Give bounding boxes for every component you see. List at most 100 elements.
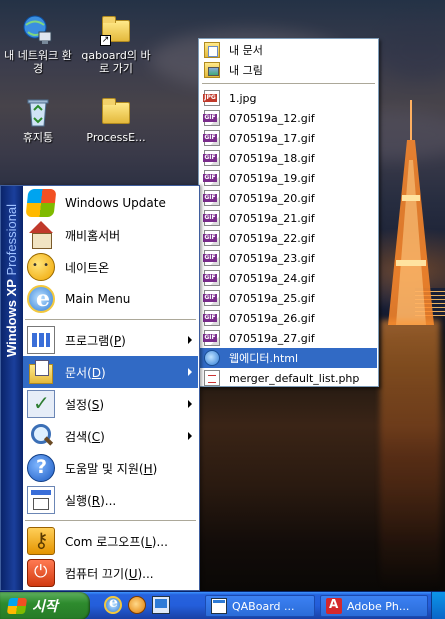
start-item-label: 검색( — [65, 429, 92, 444]
quicklaunch-media-player-icon[interactable] — [128, 596, 146, 614]
documents-submenu: 내 문서 내 그림 1.jpg 070519a_12.gif 070519a_1… — [198, 38, 379, 387]
submenu-file-label: 070519a_20.gif — [229, 191, 315, 205]
submenu-file-item[interactable]: 070519a_24.gif — [200, 268, 377, 288]
qaboard-window-icon — [211, 598, 227, 614]
banner-windows-xp: Windows XP — [4, 279, 19, 358]
submenu-file-item[interactable]: 1.jpg — [200, 88, 377, 108]
submenu-item-my-pictures[interactable]: 내 그림 — [200, 60, 377, 80]
power-icon — [27, 559, 55, 587]
start-item-search[interactable]: 검색(C) — [23, 420, 198, 452]
jpg-file-icon — [203, 90, 220, 106]
submenu-file-label: 웹에디터.html — [229, 352, 299, 365]
documents-icon — [27, 358, 55, 386]
submenu-file-item[interactable]: 070519a_25.gif — [200, 288, 377, 308]
start-item-run[interactable]: 실행(R)... — [23, 484, 198, 516]
submenu-file-label: 1.jpg — [229, 91, 257, 105]
submenu-item-my-documents[interactable]: 내 문서 — [200, 40, 377, 60]
home-server-icon — [27, 221, 55, 249]
run-icon — [27, 486, 55, 514]
start-item-label: 깨비홈서버 — [65, 228, 121, 243]
submenu-file-item[interactable]: merger_default_list.php — [200, 368, 377, 388]
gif-file-icon — [203, 110, 220, 126]
search-icon — [27, 422, 55, 450]
taskbar-button-label: Adobe Ph... — [347, 599, 410, 613]
submenu-arrow-icon — [188, 400, 192, 408]
folder-shortcut-icon: ↗ — [100, 14, 132, 46]
network-places-icon — [22, 14, 54, 46]
gif-file-icon — [203, 310, 220, 326]
start-button[interactable]: 시작 — [0, 592, 90, 619]
gif-file-icon — [203, 210, 220, 226]
submenu-file-item[interactable]: 070519a_27.gif — [200, 328, 377, 348]
php-file-icon — [204, 370, 220, 386]
start-menu: Windows XP Professional Windows Update 깨… — [0, 185, 200, 591]
submenu-file-label: 070519a_24.gif — [229, 271, 315, 285]
desktop-icon-label: ProcessE... — [86, 131, 146, 144]
start-item-logoff[interactable]: Com 로그오프(L)... — [23, 525, 198, 557]
start-item-nateon[interactable]: 네이트온 — [23, 251, 198, 283]
start-item-shutdown[interactable]: 컴퓨터 끄기(U)... — [23, 557, 198, 589]
access-key: C — [91, 429, 101, 444]
start-item-label: 컴퓨터 끄기( — [65, 566, 129, 581]
start-item-label: Main Menu — [65, 292, 131, 306]
desktop-icon-recycle-bin[interactable]: 휴지통 — [0, 96, 76, 144]
submenu-arrow-icon — [188, 368, 192, 376]
nateon-icon — [27, 253, 55, 281]
start-menu-separator — [25, 319, 196, 320]
start-item-suffix: ) — [152, 461, 158, 476]
recycle-bin-icon — [22, 96, 54, 128]
submenu-file-item[interactable]: 070519a_21.gif — [200, 208, 377, 228]
wallpaper-reflection — [380, 320, 440, 590]
submenu-file-label: 070519a_19.gif — [229, 171, 315, 185]
taskbar: 시작 QABoard ... Adobe Ph... — [0, 591, 445, 619]
start-item-programs[interactable]: 프로그램(P) — [23, 324, 198, 356]
start-item-help[interactable]: 도움말 및 지원(H) — [23, 452, 198, 484]
start-item-settings[interactable]: 설정(S) — [23, 388, 198, 420]
taskbar-button-qaboard[interactable]: QABoard ... — [205, 595, 315, 617]
folder-icon — [100, 96, 132, 128]
submenu-file-item[interactable]: 070519a_18.gif — [200, 148, 377, 168]
quicklaunch-internet-explorer-icon[interactable] — [104, 595, 122, 614]
programs-icon — [27, 326, 55, 354]
start-item-label: Windows Update — [65, 196, 166, 210]
taskbar-button-adobe-photoshop[interactable]: Adobe Ph... — [320, 595, 428, 617]
gif-file-icon — [203, 290, 220, 306]
submenu-file-item[interactable]: 070519a_22.gif — [200, 228, 377, 248]
desktop-icon-network[interactable]: 내 네트워크 환경 — [0, 14, 76, 75]
submenu-item-label: 내 문서 — [229, 44, 263, 57]
access-key: L — [145, 534, 152, 549]
submenu-file-label: 070519a_26.gif — [229, 311, 315, 325]
start-item-label: 문서( — [65, 365, 92, 380]
submenu-file-item[interactable]: 070519a_19.gif — [200, 168, 377, 188]
access-key: H — [143, 461, 153, 476]
submenu-item-label: 내 그림 — [229, 64, 263, 77]
desktop-icon-qaboard-shortcut[interactable]: ↗ qaboard의 바로 가기 — [78, 14, 154, 75]
submenu-file-item[interactable]: 070519a_20.gif — [200, 188, 377, 208]
taskbar-button-label: QABoard ... — [232, 599, 295, 613]
windows-flag-icon — [6, 598, 28, 614]
submenu-file-label: 070519a_25.gif — [229, 291, 315, 305]
submenu-file-item[interactable]: 070519a_17.gif — [200, 128, 377, 148]
banner-professional: Professional — [4, 204, 19, 276]
submenu-file-item[interactable]: 070519a_23.gif — [200, 248, 377, 268]
access-key: P — [113, 333, 122, 348]
submenu-file-item-selected[interactable]: 웹에디터.html — [200, 348, 377, 368]
start-item-windows-update[interactable]: Windows Update — [23, 187, 198, 219]
submenu-file-item[interactable]: 070519a_26.gif — [200, 308, 377, 328]
submenu-file-label: 070519a_12.gif — [229, 111, 315, 125]
gif-file-icon — [203, 130, 220, 146]
start-item-main-menu[interactable]: Main Menu — [23, 283, 198, 315]
start-item-home-server[interactable]: 깨비홈서버 — [23, 219, 198, 251]
gif-file-icon — [203, 270, 220, 286]
submenu-file-item[interactable]: 070519a_12.gif — [200, 108, 377, 128]
start-item-documents[interactable]: 문서(D) — [23, 356, 198, 388]
desktop-icon-processe[interactable]: ProcessE... — [78, 96, 154, 144]
settings-icon — [27, 390, 55, 418]
gif-file-icon — [203, 190, 220, 206]
wallpaper-tower — [388, 100, 434, 325]
quicklaunch-show-desktop-icon[interactable] — [152, 596, 170, 614]
access-key: R — [91, 493, 101, 508]
submenu-file-label: 070519a_21.gif — [229, 211, 315, 225]
start-item-suffix: ) — [101, 365, 106, 380]
submenu-file-label: 070519a_17.gif — [229, 131, 315, 145]
